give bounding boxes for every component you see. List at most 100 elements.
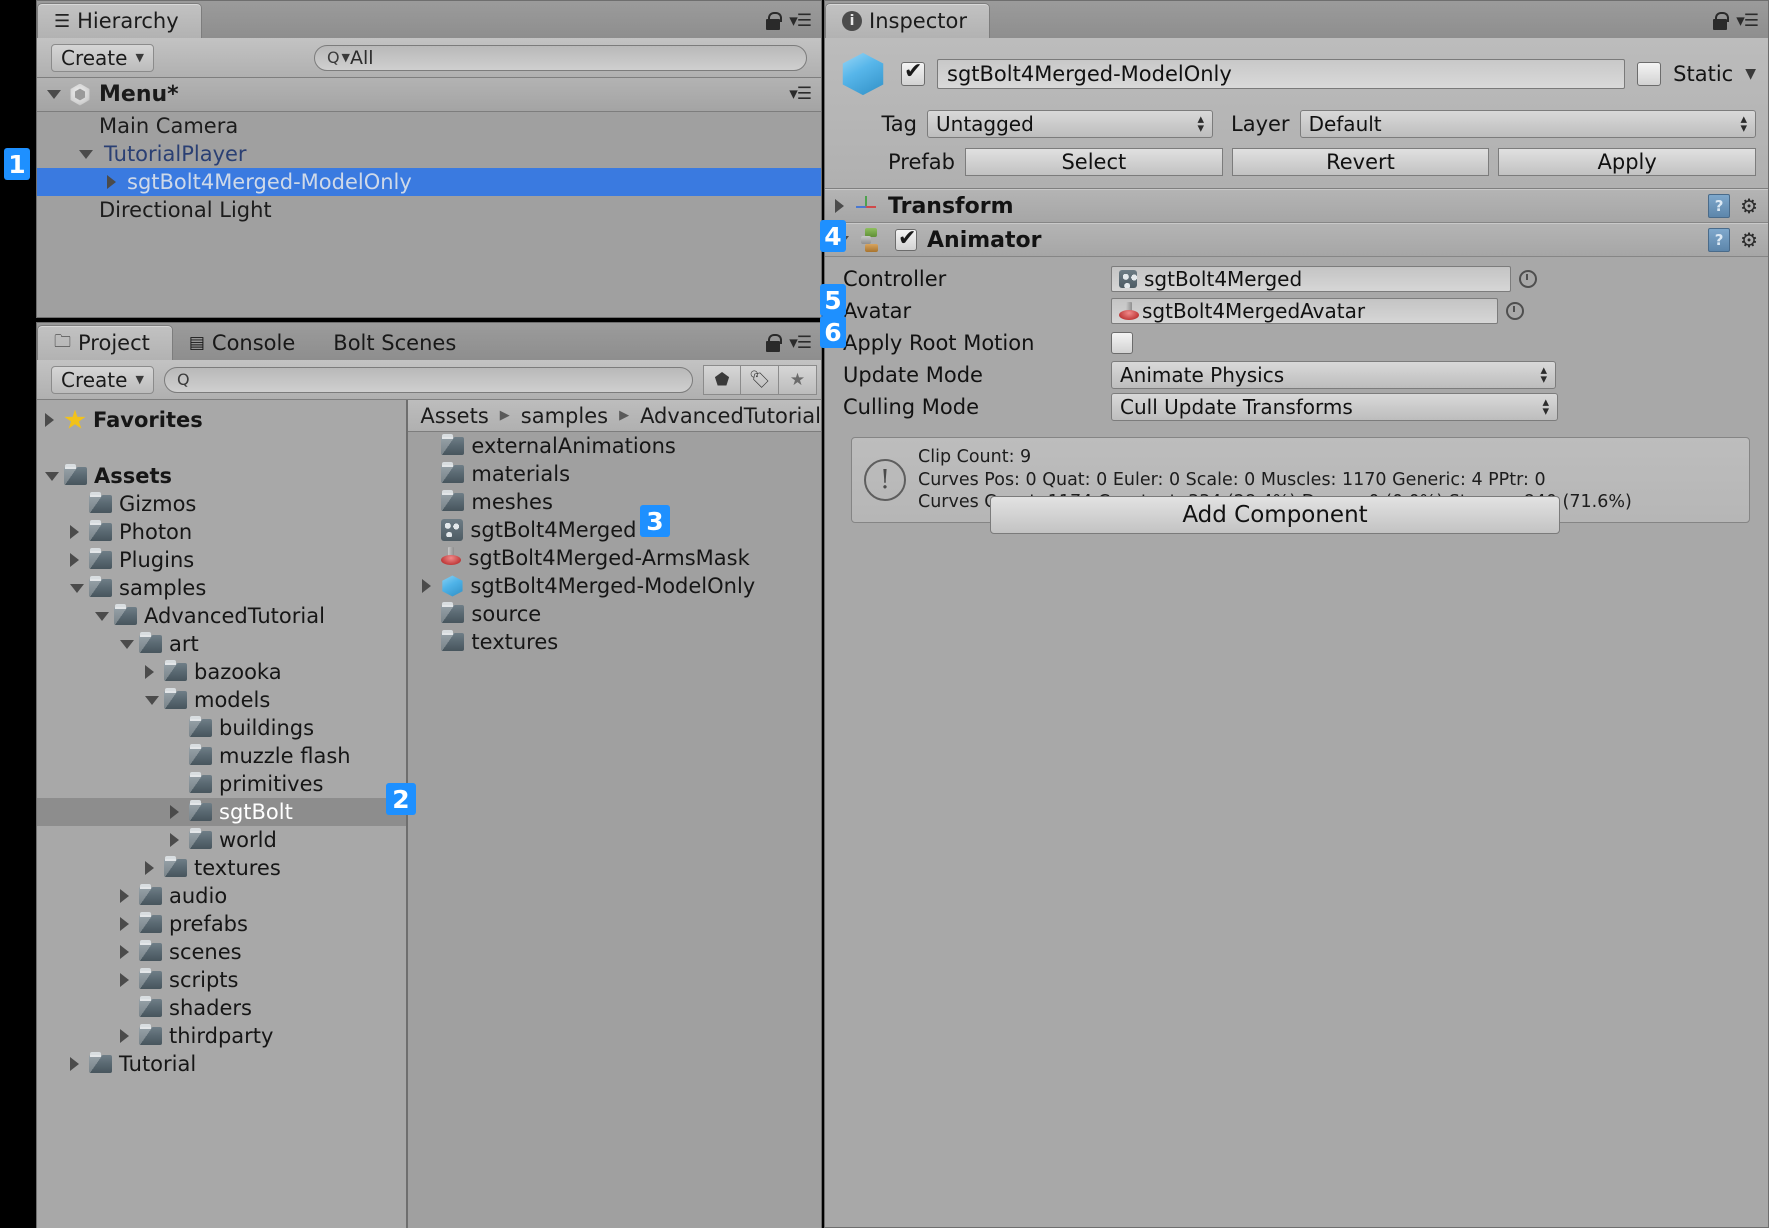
prefab-revert-button[interactable]: Revert: [1231, 148, 1490, 176]
file-list-item[interactable]: materials: [408, 460, 821, 488]
gear-icon[interactable]: ⚙: [1740, 194, 1758, 218]
folder-tree-item[interactable]: samples: [37, 574, 406, 602]
prefab-apply-button[interactable]: Apply: [1498, 148, 1757, 176]
expand-arrow-icon[interactable]: [70, 583, 84, 593]
folder-tree-item[interactable]: prefabs: [37, 910, 406, 938]
tab-console[interactable]: ▤ Console: [173, 325, 317, 360]
folder-tree-item[interactable]: Photon: [37, 518, 406, 546]
folder-tree-item[interactable]: scenes: [37, 938, 406, 966]
animator-enabled-checkbox[interactable]: [895, 226, 917, 251]
tab-project[interactable]: 🗀 Project: [37, 325, 173, 360]
hierarchy-create-button[interactable]: Create ▼: [51, 43, 154, 72]
collapse-arrow-icon[interactable]: [120, 889, 132, 903]
breadcrumb-item[interactable]: AdvancedTutorial: [640, 404, 821, 428]
folder-tree-item[interactable]: Assets: [37, 462, 406, 490]
inspector-lock-icon[interactable]: [1713, 12, 1730, 30]
collapse-arrow-icon[interactable]: [70, 1057, 82, 1071]
folder-tree-item[interactable]: models: [37, 686, 406, 714]
add-component-button[interactable]: Add Component: [990, 496, 1560, 534]
inspector-menu-icon[interactable]: ▾☰: [1736, 12, 1759, 30]
folder-tree-item[interactable]: primitives: [37, 770, 406, 798]
object-enabled-checkbox[interactable]: [901, 59, 925, 86]
expand-arrow-icon[interactable]: [79, 149, 93, 159]
folder-tree-item[interactable]: audio: [37, 882, 406, 910]
collapse-arrow-icon[interactable]: [120, 973, 132, 987]
controller-picker-icon[interactable]: [1519, 270, 1537, 288]
folder-tree-item[interactable]: thirdparty: [37, 1022, 406, 1050]
file-list-item[interactable]: sgtBolt4Merged: [408, 516, 821, 544]
project-create-button[interactable]: Create ▼: [51, 365, 154, 394]
hierarchy-item[interactable]: Directional Light: [37, 196, 821, 224]
collapse-arrow-icon[interactable]: [170, 833, 182, 847]
expand-arrow-icon[interactable]: [95, 611, 109, 621]
tag-dropdown[interactable]: Untagged ▴ ▾: [927, 110, 1213, 138]
scene-menu-icon[interactable]: ▾☰: [789, 86, 812, 103]
collapse-arrow-icon[interactable]: [120, 917, 132, 931]
project-lock-icon[interactable]: [766, 334, 783, 352]
hierarchy-search-input[interactable]: Q ▼ All: [313, 44, 807, 71]
folder-tree-item[interactable]: textures: [37, 854, 406, 882]
update-mode-dropdown[interactable]: Animate Physics ▴ ▾: [1111, 361, 1556, 389]
object-name-field[interactable]: sgtBolt4Merged-ModelOnly: [937, 59, 1626, 89]
collapse-arrow-icon[interactable]: [120, 945, 132, 959]
expand-arrow-icon[interactable]: [145, 695, 159, 705]
folder-tree-item[interactable]: muzzle flash: [37, 742, 406, 770]
prefab-select-button[interactable]: Select: [965, 148, 1223, 176]
folder-tree-item[interactable]: Plugins: [37, 546, 406, 574]
collapse-arrow-icon[interactable]: [145, 861, 157, 875]
gear-icon[interactable]: ⚙: [1740, 228, 1758, 252]
project-menu-icon[interactable]: ▾☰: [789, 334, 812, 352]
folder-tree-item[interactable]: Favorites: [37, 406, 406, 434]
folder-tree-item[interactable]: sgtBolt: [37, 798, 407, 826]
collapse-arrow-icon[interactable]: [70, 525, 82, 539]
folder-tree-item[interactable]: scripts: [37, 966, 406, 994]
file-list-item[interactable]: meshes: [408, 488, 821, 516]
folder-tree-item[interactable]: shaders: [37, 994, 406, 1022]
culling-mode-dropdown[interactable]: Cull Update Transforms ▴ ▾: [1111, 393, 1558, 421]
scene-header-row[interactable]: Menu* ▾☰: [37, 78, 821, 112]
file-list-item[interactable]: sgtBolt4Merged-ArmsMask: [408, 544, 821, 572]
help-icon[interactable]: ?: [1708, 194, 1731, 218]
collapse-arrow-icon[interactable]: [45, 413, 57, 427]
panel-menu-icon[interactable]: ▾☰: [789, 12, 812, 30]
hierarchy-item[interactable]: Main Camera: [37, 112, 821, 140]
file-list-item[interactable]: textures: [408, 628, 821, 656]
collapse-arrow-icon[interactable]: [70, 553, 82, 567]
folder-tree-item[interactable]: AdvancedTutorial: [37, 602, 406, 630]
hierarchy-item[interactable]: sgtBolt4Merged-ModelOnly: [37, 168, 821, 196]
breadcrumb-item[interactable]: samples: [521, 404, 608, 428]
folder-tree-item[interactable]: world: [37, 826, 406, 854]
avatar-picker-icon[interactable]: [1506, 302, 1524, 320]
favorites-star-icon[interactable]: ★: [779, 364, 817, 395]
breadcrumb-item[interactable]: Assets: [420, 404, 488, 428]
expand-arrow-icon[interactable]: [835, 199, 844, 213]
lock-icon[interactable]: [766, 12, 783, 30]
hierarchy-item[interactable]: TutorialPlayer: [37, 140, 821, 168]
static-dropdown-icon[interactable]: ▼: [1745, 67, 1756, 81]
collapse-arrow-icon[interactable]: [107, 175, 116, 189]
tab-hierarchy[interactable]: ☰ Hierarchy: [37, 3, 202, 38]
folder-tree-item[interactable]: Tutorial: [37, 1050, 406, 1078]
component-header-transform[interactable]: Transform ? ⚙: [825, 189, 1768, 223]
tab-bolt-scenes[interactable]: Bolt Scenes: [317, 325, 478, 360]
file-list-item[interactable]: externalAnimations: [408, 432, 821, 460]
static-checkbox[interactable]: [1637, 62, 1662, 86]
component-header-animator[interactable]: Animator ? ⚙: [825, 223, 1768, 257]
tab-inspector[interactable]: i Inspector: [825, 3, 990, 38]
filter-by-label-icon[interactable]: 🏷: [741, 364, 779, 395]
avatar-object-field[interactable]: sgtBolt4MergedAvatar: [1111, 298, 1498, 324]
folder-tree-item[interactable]: Gizmos: [37, 490, 406, 518]
scene-expand-icon[interactable]: [47, 90, 61, 99]
controller-object-field[interactable]: sgtBolt4Merged: [1111, 266, 1511, 292]
collapse-arrow-icon[interactable]: [145, 665, 157, 679]
layer-dropdown[interactable]: Default ▴ ▾: [1299, 110, 1756, 138]
file-list-item[interactable]: sgtBolt4Merged-ModelOnly: [408, 572, 821, 600]
collapse-arrow-icon[interactable]: [422, 579, 434, 593]
expand-arrow-icon[interactable]: [45, 471, 59, 481]
filter-by-type-icon[interactable]: ⬟: [703, 364, 741, 395]
folder-tree-item[interactable]: bazooka: [37, 658, 406, 686]
project-search-input[interactable]: Q: [163, 366, 693, 393]
collapse-arrow-icon[interactable]: [170, 805, 182, 819]
folder-tree-item[interactable]: art: [37, 630, 406, 658]
collapse-arrow-icon[interactable]: [120, 1029, 132, 1043]
